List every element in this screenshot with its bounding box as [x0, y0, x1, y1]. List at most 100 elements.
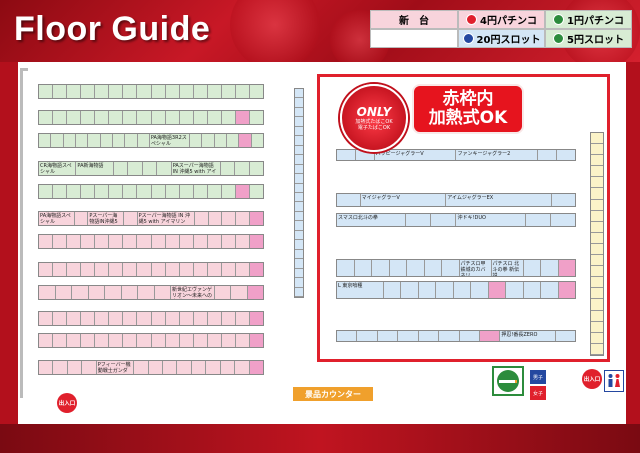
machine-slot[interactable] [207, 85, 222, 98]
machine-slot[interactable] [295, 268, 303, 279]
machine-slot[interactable] [53, 312, 68, 325]
machine-slot[interactable] [81, 185, 96, 198]
machine-slot[interactable] [88, 286, 105, 299]
machine-slot[interactable] [235, 312, 250, 325]
machine-slot[interactable] [123, 212, 138, 225]
machine-slot[interactable] [154, 286, 171, 299]
machine-slot[interactable] [207, 235, 222, 248]
machine-slot[interactable] [53, 361, 68, 374]
machine-slot[interactable] [165, 263, 180, 276]
machine-slot[interactable] [249, 185, 263, 198]
machine-slot[interactable] [221, 334, 236, 347]
machine-block[interactable]: Pスーパー海物語 IN 沖縄5 with アイマリン [137, 212, 195, 225]
machine-slot[interactable] [82, 361, 97, 374]
machine-slot[interactable] [151, 263, 166, 276]
machine-slot[interactable] [214, 286, 231, 299]
machine-slot[interactable] [123, 185, 138, 198]
machine-slot[interactable] [123, 235, 138, 248]
machine-slot[interactable] [123, 334, 138, 347]
machine-slot[interactable] [109, 312, 124, 325]
machine-slot[interactable] [137, 263, 152, 276]
machine-slot[interactable] [295, 107, 303, 118]
machine-slot[interactable] [123, 85, 138, 98]
machine-slot[interactable] [295, 98, 303, 108]
machine-slot[interactable] [207, 185, 222, 198]
machine-slot[interactable] [235, 162, 250, 175]
machine-slot[interactable] [193, 85, 208, 98]
machine-slot[interactable] [109, 235, 124, 248]
machine-slot[interactable] [179, 85, 194, 98]
machine-slot[interactable] [151, 334, 166, 347]
machine-slot[interactable] [151, 85, 166, 98]
machine-slot[interactable] [157, 162, 172, 175]
machine-slot[interactable] [81, 312, 96, 325]
machine-slot[interactable] [221, 263, 236, 276]
machine-slot[interactable] [67, 334, 82, 347]
machine-slot[interactable] [207, 263, 222, 276]
machine-slot[interactable] [235, 361, 250, 374]
machine-slot[interactable] [67, 312, 82, 325]
machine-slot[interactable] [249, 235, 263, 248]
machine-slot[interactable] [249, 162, 263, 175]
machine-slot[interactable] [95, 334, 110, 347]
machine-slot[interactable] [39, 111, 54, 124]
machine-slot[interactable] [295, 192, 303, 203]
machine-slot[interactable] [295, 136, 303, 146]
machine-slot[interactable] [179, 185, 194, 198]
machine-slot[interactable] [67, 263, 82, 276]
machine-slot[interactable] [295, 249, 303, 260]
machine-slot[interactable] [39, 134, 52, 147]
machine-slot[interactable] [227, 134, 240, 147]
machine-slot[interactable] [179, 235, 194, 248]
machine-slot[interactable] [95, 111, 110, 124]
machine-slot[interactable] [39, 185, 54, 198]
machine-slot[interactable] [295, 126, 303, 137]
machine-slot[interactable] [162, 361, 178, 374]
machine-slot[interactable] [221, 312, 236, 325]
machine-slot[interactable] [128, 162, 143, 175]
machine-slot[interactable] [295, 230, 303, 241]
machine-slot[interactable] [137, 185, 152, 198]
machine-slot[interactable] [220, 162, 236, 175]
machine-slot[interactable] [295, 259, 303, 269]
machine-slot[interactable] [295, 145, 303, 156]
machine-slot[interactable] [72, 286, 89, 299]
machine-slot[interactable] [295, 117, 303, 127]
machine-slot[interactable] [236, 212, 251, 225]
machine-slot[interactable] [123, 111, 138, 124]
machine-slot[interactable] [295, 240, 303, 250]
machine-slot[interactable] [81, 235, 96, 248]
machine-block[interactable]: PA新海物語 [76, 162, 114, 175]
machine-slot[interactable] [221, 185, 236, 198]
machine-slot[interactable] [81, 85, 96, 98]
machine-slot[interactable] [207, 111, 222, 124]
machine-slot[interactable] [206, 361, 221, 374]
machine-slot[interactable] [250, 212, 263, 225]
machine-slot[interactable] [53, 85, 68, 98]
machine-slot[interactable] [165, 235, 180, 248]
machine-slot[interactable] [177, 361, 192, 374]
machine-slot[interactable] [235, 111, 250, 124]
machine-slot[interactable] [109, 263, 124, 276]
machine-slot[interactable] [193, 235, 208, 248]
machine-slot[interactable] [179, 312, 194, 325]
machine-slot[interactable] [221, 111, 236, 124]
machine-block[interactable]: PAスーパー海物語 IN 沖縄5 with アイマリン [171, 162, 221, 175]
machine-slot[interactable] [137, 134, 150, 147]
machine-slot[interactable] [39, 263, 54, 276]
machine-slot[interactable] [109, 185, 124, 198]
machine-slot[interactable] [221, 235, 236, 248]
machine-slot[interactable] [295, 221, 303, 231]
machine-slot[interactable] [67, 185, 82, 198]
machine-slot[interactable] [193, 263, 208, 276]
machine-slot[interactable] [295, 287, 303, 297]
machine-slot[interactable] [81, 263, 96, 276]
machine-slot[interactable] [295, 202, 303, 212]
machine-slot[interactable] [53, 235, 68, 248]
machine-block[interactable]: Pスーパー海物語IN沖縄5 [88, 212, 124, 225]
machine-slot[interactable] [151, 111, 166, 124]
machine-slot[interactable] [202, 134, 215, 147]
machine-slot[interactable] [51, 134, 64, 147]
machine-slot[interactable] [121, 286, 138, 299]
machine-block[interactable]: Pフィーバー機動戦士ガンダム [96, 361, 135, 374]
